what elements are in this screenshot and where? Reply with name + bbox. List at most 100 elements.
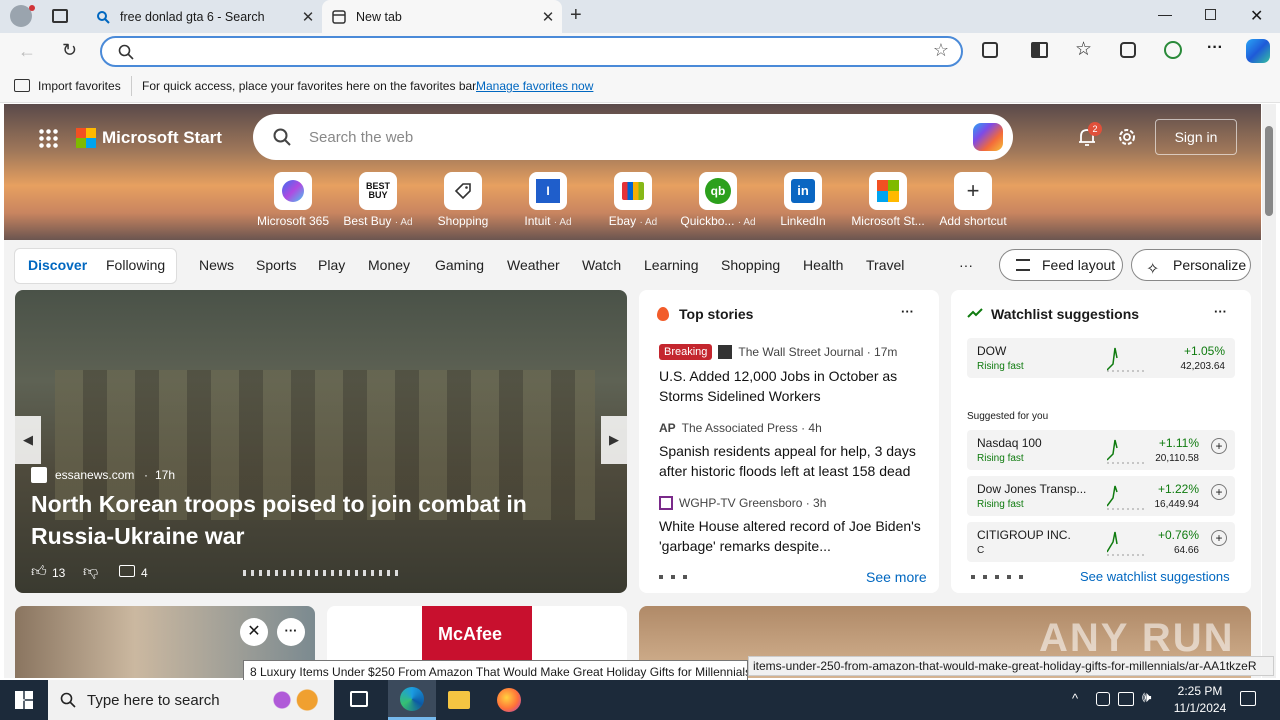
nav-more[interactable]: ··· [959,257,973,273]
gear-icon[interactable] [1117,127,1137,147]
story-item[interactable]: AP The Associated Press · 4h Spanish resi… [659,421,929,481]
tab-discover[interactable]: Discover [28,257,87,273]
nav-play[interactable]: Play [318,257,345,273]
edge-taskbar-button[interactable] [388,680,436,720]
see-watchlist-link[interactable]: See watchlist suggestions [1080,569,1230,584]
firefox-icon[interactable] [497,688,521,712]
add-to-watchlist-button[interactable]: + [1211,484,1227,500]
network-icon[interactable] [1118,692,1134,706]
clock-time[interactable]: 2:25 PM [1172,684,1228,698]
copilot-icon[interactable] [973,123,1003,151]
dislike-icon[interactable]: 👎︎ [83,563,98,581]
nav-learning[interactable]: Learning [644,257,699,273]
brand-title[interactable]: Microsoft Start [102,128,222,148]
pager-dots[interactable] [971,575,1023,579]
nav-gaming[interactable]: Gaming [435,257,484,273]
refresh-button[interactable]: ↻ [62,40,77,61]
add-to-watchlist-button[interactable]: + [1211,530,1227,546]
nav-weather[interactable]: Weather [507,257,560,273]
watchlist-row[interactable]: Dow Jones Transp... Rising fast +1.22% 16,… [967,476,1235,516]
nav-news[interactable]: News [199,257,234,273]
ebay-bag-icon [614,172,652,210]
quick-link-shopping[interactable]: Shopping [422,172,504,228]
title-bar: free donlad gta 6 - Search ✕ New tab ✕ +… [0,0,1280,33]
nav-money[interactable]: Money [368,257,410,273]
app-launcher-icon[interactable] [38,128,58,148]
collections-icon[interactable] [1120,42,1136,58]
notifications-icon[interactable] [1240,691,1256,706]
tray-device-icon[interactable] [1096,692,1110,706]
see-more-link[interactable]: See more [866,569,927,585]
story-item[interactable]: WGHP-TV Greensboro · 3h White House alte… [659,496,929,556]
top-stories-more-icon[interactable]: ··· [901,304,914,319]
dismiss-card-button[interactable]: ✕ [240,618,268,646]
close-window-button[interactable]: ✕ [1250,6,1263,26]
new-tab-button[interactable]: + [570,4,582,27]
extensions-icon[interactable] [982,42,998,58]
newtab-favicon-icon [332,9,346,24]
hero-news-card[interactable]: ◀ ▶ essanews.com · 17h North Korean troo… [15,290,627,593]
task-view-icon[interactable] [350,691,368,707]
story-item[interactable]: Breaking The Wall Street Journal · 17m U.… [659,344,929,406]
quick-link-linkedin[interactable]: in LinkedIn [762,172,844,228]
volume-icon[interactable]: 🕪︎ [1142,689,1151,706]
nav-travel[interactable]: Travel [866,257,904,273]
nav-shopping[interactable]: Shopping [721,257,780,273]
clock-date[interactable]: 11/1/2024 [1168,701,1232,715]
personalize-button[interactable]: ✧ Personalize [1131,249,1251,281]
watchlist-row[interactable]: CITIGROUP INC. C +0.76% 64.66 + [967,522,1235,562]
tab-search[interactable]: free donlad gta 6 - Search ✕ [86,0,322,33]
close-tab-icon[interactable]: ✕ [534,8,562,26]
restore-button[interactable] [1205,9,1216,20]
feed-nav: Discover Following News Sports Play Mone… [4,240,1261,290]
web-search-box[interactable]: Search the web [253,114,1013,160]
import-favorites-button[interactable]: Import favorites [38,79,121,93]
watchlist-row[interactable]: Nasdaq 100 Rising fast +1.11% 20,110.58 + [967,430,1235,470]
file-explorer-icon[interactable] [448,691,470,709]
watchlist-more-icon[interactable]: ··· [1214,304,1227,319]
comment-icon[interactable] [119,565,135,577]
tab-following[interactable]: Following [106,257,165,273]
carousel-next-button[interactable]: ▶ [601,416,627,464]
nav-sports[interactable]: Sports [256,257,296,273]
carousel-dots[interactable] [243,570,399,576]
carousel-prev-button[interactable]: ◀ [15,416,41,464]
tray-chevron-icon[interactable]: ^ [1072,691,1078,706]
hero-headline[interactable]: North Korean troops poised to join comba… [31,488,591,552]
quick-link-ebay[interactable]: Ebay · Ad [592,172,674,228]
taskbar-search[interactable]: Type here to search [48,680,334,720]
tab-actions-icon[interactable] [52,9,68,23]
nav-watch[interactable]: Watch [582,257,621,273]
feed-layout-button[interactable]: Feed layout [999,249,1123,281]
back-button[interactable]: ← [18,41,36,62]
tab-new-tab[interactable]: New tab ✕ [322,0,562,33]
scrollbar-thumb[interactable] [1265,126,1273,216]
card-more-button[interactable]: ··· [277,618,305,646]
quick-link-add-shortcut[interactable]: + Add shortcut [932,172,1014,228]
minimize-button[interactable]: — [1158,6,1172,22]
add-to-watchlist-button[interactable]: + [1211,438,1227,454]
settings-more-icon[interactable]: ··· [1207,39,1223,57]
close-tab-icon[interactable]: ✕ [294,8,322,26]
page-scrollbar[interactable] [1262,104,1276,678]
browser-essentials-icon[interactable] [1164,41,1182,59]
address-bar[interactable]: ☆ [100,36,963,67]
quick-link-quickbooks[interactable]: qb Quickbo... · Ad [677,172,759,228]
sign-in-button[interactable]: Sign in [1155,119,1237,155]
watchlist-row[interactable]: DOW Rising fast +1.05% 42,203.64 [967,338,1235,378]
quick-link-microsoft-store[interactable]: Microsoft St... [847,172,929,228]
copilot-icon[interactable] [1246,39,1270,63]
comment-count: 4 [141,566,148,580]
quick-link-best-buy[interactable]: BEST BUY Best Buy · Ad [337,172,419,228]
nav-health[interactable]: Health [803,257,843,273]
split-screen-icon[interactable] [1031,42,1048,58]
quick-link-microsoft-365[interactable]: Microsoft 365 [252,172,334,228]
favorite-star-icon[interactable]: ☆ [933,40,949,61]
manage-favorites-link[interactable]: Manage favorites now [476,79,593,93]
tab-title: New tab [356,9,402,24]
like-icon[interactable]: 👍︎ [31,563,47,581]
favorites-icon[interactable]: ☆ [1075,38,1092,61]
pager-dots[interactable] [659,575,691,579]
windows-start-icon[interactable] [15,691,33,709]
quick-link-intuit[interactable]: I Intuit · Ad [507,172,589,228]
